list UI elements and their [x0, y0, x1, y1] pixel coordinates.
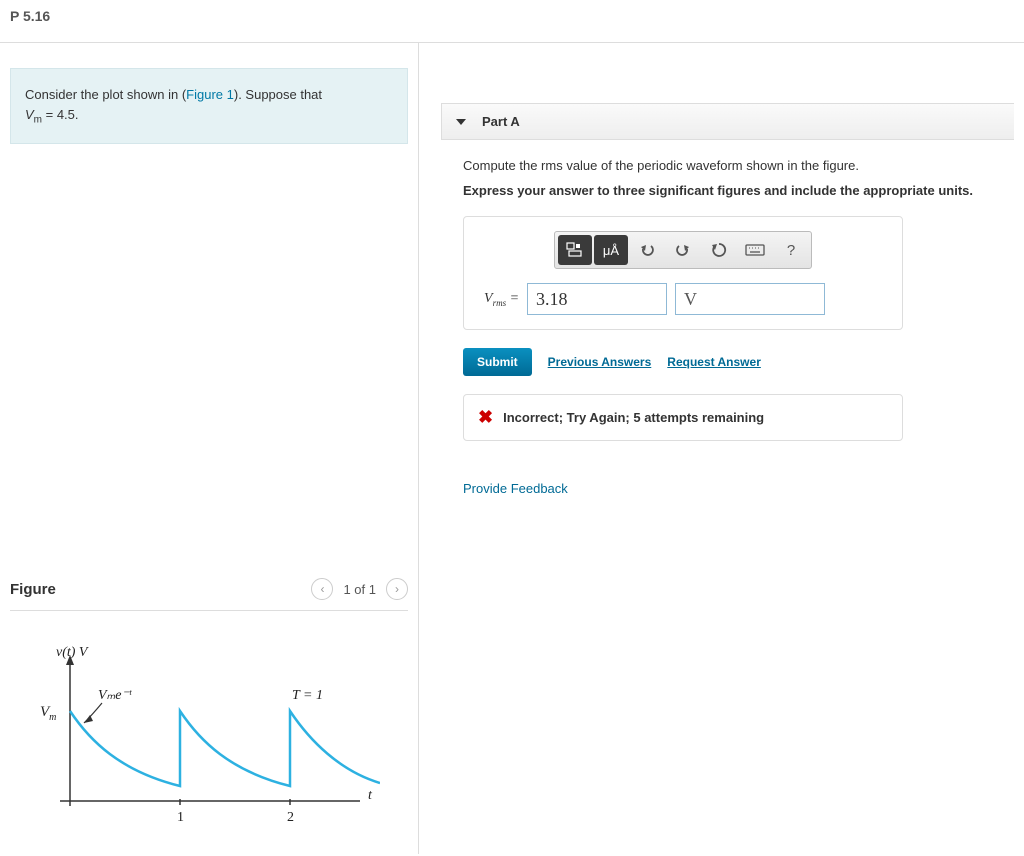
feedback-box: ✖ Incorrect; Try Again; 5 attempts remai… — [463, 394, 903, 441]
axis-x-label: t — [368, 788, 373, 803]
instruction-text: Compute the rms value of the periodic wa… — [463, 158, 992, 173]
redo-button[interactable] — [666, 235, 700, 265]
instruction-bold: Express your answer to three significant… — [463, 183, 992, 198]
answer-row: Vrms = — [478, 283, 888, 315]
part-a-header[interactable]: Part A — [441, 103, 1014, 140]
submit-row: Submit Previous Answers Request Answer — [463, 348, 992, 376]
keyboard-button[interactable] — [738, 235, 772, 265]
part-a-title: Part A — [482, 114, 520, 129]
period-label: T = 1 — [292, 688, 323, 703]
provide-feedback-link[interactable]: Provide Feedback — [463, 481, 992, 496]
right-column: Part A Compute the rms value of the peri… — [419, 43, 1024, 854]
problem-statement: Consider the plot shown in (Figure 1). S… — [10, 68, 408, 144]
template-tool-button[interactable] — [558, 235, 592, 265]
reset-button[interactable] — [702, 235, 736, 265]
figure-plot: v(t) V Vm Vₘe⁻ᵗ T = 1 1 2 — [10, 641, 408, 844]
vm-symbol: V — [25, 107, 34, 122]
vrms-label: Vrms = — [484, 291, 519, 308]
vm-equals: = 4.5. — [42, 107, 79, 122]
x-tick-1: 1 — [177, 810, 184, 825]
figure-page-indicator: 1 of 1 — [343, 582, 376, 597]
left-column: Consider the plot shown in (Figure 1). S… — [0, 43, 418, 854]
collapse-caret-icon — [456, 119, 466, 125]
answer-unit-input[interactable] — [675, 283, 825, 315]
figure-pager: ‹ 1 of 1 › — [311, 578, 408, 600]
figure-header: Figure ‹ 1 of 1 › — [10, 578, 408, 611]
undo-button[interactable] — [630, 235, 664, 265]
previous-answers-link[interactable]: Previous Answers — [548, 355, 652, 369]
feedback-text: Incorrect; Try Again; 5 attempts remaini… — [503, 410, 764, 425]
figure-title: Figure — [10, 581, 56, 598]
figure-next-button[interactable]: › — [386, 578, 408, 600]
figure-prev-button[interactable]: ‹ — [311, 578, 333, 600]
vm-subscript: m — [34, 114, 42, 125]
curve-formula-label: Vₘe⁻ᵗ — [98, 688, 133, 703]
submit-button[interactable]: Submit — [463, 348, 532, 376]
answer-toolbar: μÅ ? — [554, 231, 812, 269]
answer-value-input[interactable] — [527, 283, 667, 315]
problem-text-before: Consider the plot shown in ( — [25, 87, 186, 102]
answer-panel: μÅ ? Vrms = — [463, 216, 903, 330]
main-container: Consider the plot shown in (Figure 1). S… — [0, 43, 1024, 854]
x-tick-2: 2 — [287, 810, 294, 825]
page-title: P 5.16 — [0, 0, 1024, 43]
request-answer-link[interactable]: Request Answer — [667, 355, 761, 369]
vm-axis-sub: m — [49, 712, 56, 723]
problem-text-after: ). Suppose that — [234, 87, 322, 102]
axis-y-label: v(t) V — [56, 645, 89, 660]
help-button[interactable]: ? — [774, 235, 808, 265]
figure-section: Figure ‹ 1 of 1 › v(t) V Vm — [10, 578, 408, 844]
figure-link[interactable]: Figure 1 — [186, 87, 234, 102]
part-a-body: Compute the rms value of the periodic wa… — [441, 140, 1014, 514]
incorrect-x-icon: ✖ — [478, 407, 493, 428]
units-tool-button[interactable]: μÅ — [594, 235, 628, 265]
svg-text:Vm: Vm — [40, 704, 56, 723]
